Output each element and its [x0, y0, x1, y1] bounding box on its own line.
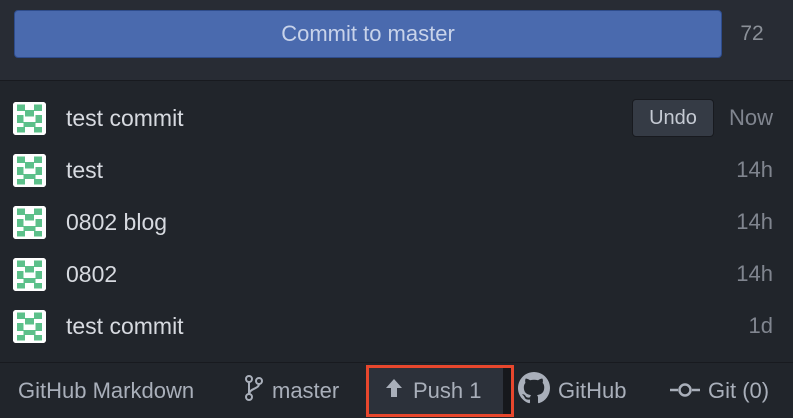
commit-row[interactable]: test commit 1d	[0, 300, 793, 352]
avatar	[13, 310, 46, 343]
commit-message: 0802	[66, 260, 118, 287]
commit-panel: Commit to master 72	[0, 0, 793, 81]
git-panel-toggle[interactable]: Git (0)	[670, 363, 769, 418]
avatar	[13, 258, 46, 291]
commit-row[interactable]: test 14h	[0, 144, 793, 196]
recent-commits-list: test commit Undo Now test 14h 0802 blog …	[0, 92, 793, 352]
grammar-selector[interactable]: GitHub Markdown	[18, 363, 194, 418]
git-label: Git (0)	[708, 378, 770, 403]
commit-message: 0802 blog	[66, 208, 168, 235]
git-branch-icon	[244, 375, 272, 407]
commit-message: test	[66, 156, 104, 183]
avatar	[13, 102, 46, 135]
commit-time: 14h	[736, 261, 773, 286]
github-panel-toggle[interactable]: GitHub	[518, 363, 626, 418]
commit-row[interactable]: 0802 blog 14h	[0, 196, 793, 248]
commit-time: 14h	[736, 157, 773, 182]
commit-row[interactable]: test commit Undo Now	[0, 92, 793, 144]
remaining-characters-count: 72	[740, 22, 764, 45]
status-bar: GitHub Markdown master Push 1 GitHub Git…	[0, 362, 793, 418]
commit-time: 14h	[736, 209, 773, 234]
github-octocat-icon	[518, 372, 558, 410]
undo-button[interactable]: Undo	[632, 99, 714, 137]
push-divider	[503, 368, 511, 414]
grammar-label: GitHub Markdown	[18, 378, 195, 403]
commit-button[interactable]: Commit to master	[14, 10, 722, 58]
commit-row[interactable]: 0802 14h	[0, 248, 793, 300]
commit-message: test commit	[66, 312, 184, 339]
arrow-up-icon	[385, 378, 413, 404]
commit-time: Now	[728, 105, 773, 130]
commit-message: test commit	[66, 104, 184, 131]
avatar	[13, 206, 46, 239]
github-label: GitHub	[558, 378, 627, 403]
avatar	[13, 154, 46, 187]
push-label: Push 1	[413, 378, 482, 403]
git-commit-icon	[670, 378, 708, 404]
push-button[interactable]: Push 1	[366, 365, 514, 417]
commit-time: 1d	[748, 313, 773, 338]
branch-selector[interactable]: master	[244, 363, 339, 418]
branch-label: master	[272, 378, 340, 403]
